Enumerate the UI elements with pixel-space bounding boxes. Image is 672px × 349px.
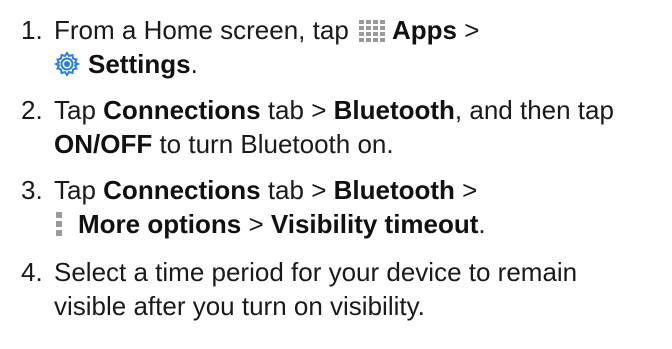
connections-label: Connections — [103, 95, 261, 125]
settings-label: Settings — [88, 49, 191, 79]
bluetooth-label: Bluetooth — [333, 95, 455, 125]
apps-grid-icon — [358, 18, 388, 43]
on-off-label: ON/OFF — [54, 129, 153, 159]
step-number: 1. — [21, 15, 43, 45]
visibility-timeout-label: Visibility timeout — [270, 209, 479, 239]
step-text: From a Home screen, tap — [54, 15, 356, 45]
step-number: 4. — [21, 257, 43, 287]
apps-label: Apps — [392, 15, 457, 45]
more-options-label: More options — [78, 209, 242, 239]
connections-label: Connections — [103, 175, 261, 205]
gear-icon — [53, 51, 81, 77]
step-number: 3. — [21, 175, 43, 205]
step-number: 2. — [21, 95, 43, 125]
bluetooth-label: Bluetooth — [333, 175, 455, 205]
more-options-icon — [54, 211, 64, 237]
instruction-steps: 1. From a Home screen, tap Apps > Settin… — [21, 15, 614, 321]
